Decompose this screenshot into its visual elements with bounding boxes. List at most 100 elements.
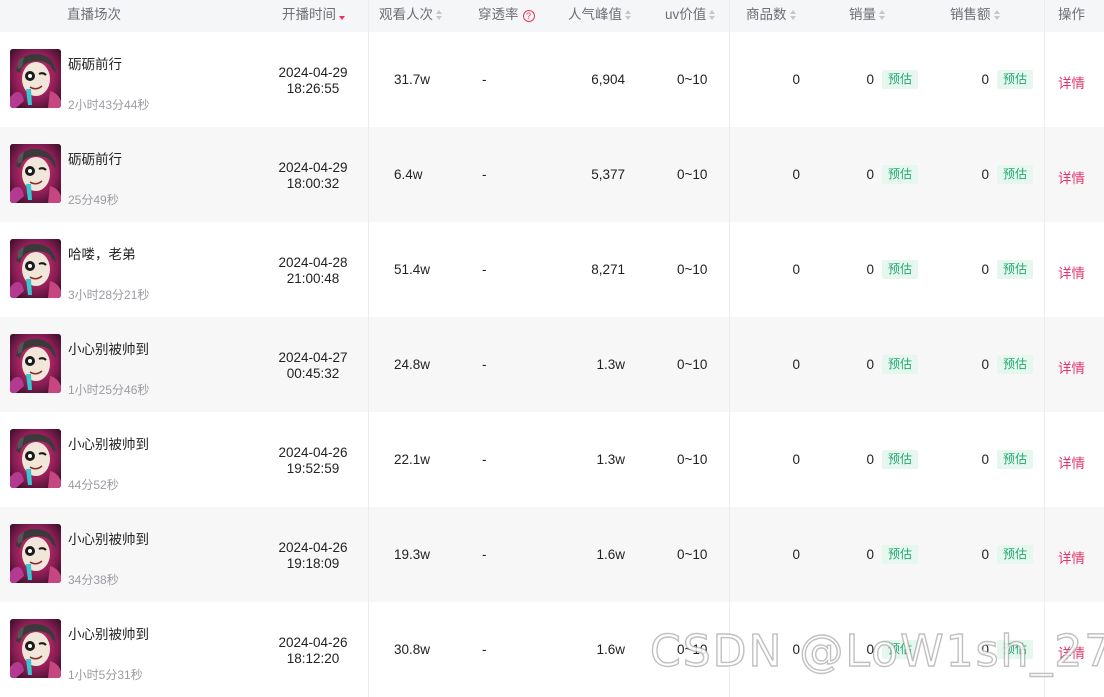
column-divider [729, 0, 730, 697]
uv-value: 0~10 [677, 452, 708, 467]
products-value: 0 [792, 357, 800, 372]
avatar-image [10, 429, 61, 488]
start-date: 2024-04-27 [278, 350, 348, 365]
sort-caret-icon[interactable] [789, 10, 797, 20]
revenue-value: 0 [981, 72, 989, 87]
start-date: 2024-04-26 [278, 635, 348, 650]
sort-desc-icon[interactable] [339, 10, 346, 20]
start-time: 2024-04-28 21:00:48 [258, 255, 368, 287]
penetration-value: - [482, 357, 487, 372]
header-views[interactable]: 观看人次 [379, 0, 443, 32]
header-products-label: 商品数 [746, 7, 787, 22]
avatar-image [10, 334, 61, 393]
sales-value: 0 [866, 547, 874, 562]
start-time: 2024-04-26 18:12:20 [258, 635, 368, 667]
sort-caret-icon[interactable] [625, 10, 632, 20]
sort-caret-icon[interactable] [709, 10, 716, 20]
sales-value: 0 [866, 357, 874, 372]
avatar-image [10, 49, 61, 108]
header-session-label: 直播场次 [67, 7, 121, 22]
views-value: 6.4w [394, 167, 423, 182]
column-divider [368, 0, 369, 697]
session-title[interactable]: 小心别被帅到 [68, 338, 149, 358]
header-products[interactable]: 商品数 [746, 0, 797, 32]
session-title[interactable]: 砺砺前行 [68, 148, 122, 168]
avatar[interactable] [10, 144, 61, 203]
session-title[interactable]: 小心别被帅到 [68, 433, 149, 453]
session-title[interactable]: 小心别被帅到 [68, 528, 149, 548]
estimate-badge: 预估 [997, 450, 1033, 469]
start-clock: 19:18:09 [286, 556, 340, 571]
avatar[interactable] [10, 429, 61, 488]
header-revenue-label: 销售额 [950, 7, 991, 22]
uv-value: 0~10 [677, 547, 708, 562]
products-value: 0 [792, 262, 800, 277]
views-value: 51.4w [394, 262, 431, 277]
avatar[interactable] [10, 524, 61, 583]
penetration-value: - [482, 167, 487, 182]
revenue-value: 0 [981, 167, 989, 182]
detail-link[interactable]: 详情 [1058, 547, 1085, 567]
detail-link[interactable]: 详情 [1058, 357, 1085, 377]
estimate-badge: 预估 [997, 355, 1033, 374]
peak-value: 1.6w [596, 547, 625, 562]
start-clock: 18:12:20 [286, 651, 340, 666]
estimate-badge: 预估 [882, 165, 918, 184]
header-revenue[interactable]: 销售额 [950, 0, 1001, 32]
session-duration: 44分52秒 [68, 478, 119, 492]
products-value: 0 [792, 167, 800, 182]
products-value: 0 [792, 642, 800, 657]
session-title[interactable]: 砺砺前行 [68, 53, 122, 73]
uv-value: 0~10 [677, 167, 708, 182]
start-clock: 18:26:55 [286, 81, 340, 96]
header-sales[interactable]: 销量 [849, 0, 886, 32]
header-peak[interactable]: 人气峰值 [568, 0, 632, 32]
products-value: 0 [792, 452, 800, 467]
views-value: 31.7w [394, 72, 431, 87]
avatar[interactable] [10, 239, 61, 298]
detail-link[interactable]: 详情 [1058, 452, 1085, 472]
estimate-badge: 预估 [997, 545, 1033, 564]
estimate-badge: 预估 [997, 165, 1033, 184]
header-start-time-label: 开播时间 [282, 7, 336, 22]
detail-link[interactable]: 详情 [1058, 167, 1085, 187]
penetration-value: - [482, 547, 487, 562]
start-time: 2024-04-26 19:52:59 [258, 445, 368, 477]
start-date: 2024-04-28 [278, 255, 348, 270]
session-duration: 1小时25分46秒 [68, 383, 150, 397]
start-clock: 19:52:59 [286, 461, 340, 476]
avatar[interactable] [10, 334, 61, 393]
start-time: 2024-04-29 18:26:55 [258, 65, 368, 97]
penetration-value: - [482, 642, 487, 657]
estimate-badge: 预估 [882, 545, 918, 564]
header-action-label: 操作 [1058, 7, 1085, 22]
session-title[interactable]: 哈喽，老弟 [68, 243, 136, 263]
avatar-image [10, 239, 61, 298]
avatar[interactable] [10, 619, 61, 678]
products-value: 0 [792, 547, 800, 562]
table-row: 砺砺前行 2小时43分44秒 2024-04-29 18:26:55 31.7w… [0, 32, 1104, 127]
uv-value: 0~10 [677, 642, 708, 657]
avatar-image [10, 144, 61, 203]
sort-caret-icon[interactable] [436, 10, 443, 20]
peak-value: 6,904 [591, 72, 625, 87]
detail-link[interactable]: 详情 [1058, 262, 1085, 282]
session-duration: 25分49秒 [68, 193, 119, 207]
estimate-badge: 预估 [997, 70, 1033, 89]
views-value: 19.3w [394, 547, 431, 562]
products-value: 0 [792, 72, 800, 87]
header-uv[interactable]: uv价值 [665, 0, 716, 32]
peak-value: 1.3w [596, 357, 625, 372]
header-start-time[interactable]: 开播时间 [282, 0, 346, 32]
avatar[interactable] [10, 49, 61, 108]
header-penetration: 穿透率? [478, 0, 535, 32]
session-title[interactable]: 小心别被帅到 [68, 623, 149, 643]
sort-caret-icon[interactable] [879, 10, 886, 20]
avatar-image [10, 619, 61, 678]
detail-link[interactable]: 详情 [1058, 642, 1085, 662]
sort-caret-icon[interactable] [993, 10, 1001, 20]
penetration-value: - [482, 72, 487, 87]
start-date: 2024-04-26 [278, 445, 348, 460]
detail-link[interactable]: 详情 [1058, 72, 1085, 92]
help-circle-icon[interactable]: ? [522, 10, 535, 22]
